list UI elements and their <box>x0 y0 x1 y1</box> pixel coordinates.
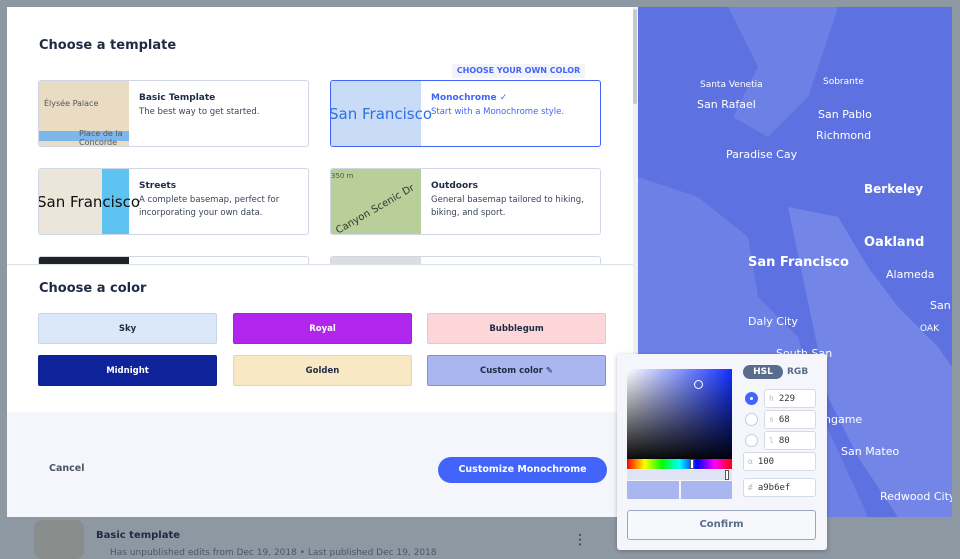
map-label: San <box>930 299 951 312</box>
alpha-field[interactable]: α 100 <box>743 452 816 471</box>
h-field[interactable]: h 229 <box>764 389 816 408</box>
more-options-icon[interactable]: ⋮ <box>573 533 587 547</box>
map-label: Sobrante <box>823 77 864 87</box>
background-style-title: Basic template <box>96 530 181 541</box>
color-swatch-custom[interactable]: Custom color ✎ <box>427 355 606 386</box>
sv-handle[interactable] <box>694 380 703 389</box>
mode-hsl[interactable]: HSL <box>743 365 783 379</box>
confirm-button[interactable]: Confirm <box>627 510 816 540</box>
hue-handle[interactable] <box>690 459 694 469</box>
map-label: San Mateo <box>841 445 900 458</box>
hue-slider[interactable] <box>627 459 732 469</box>
color-swatch-sky[interactable]: Sky <box>38 313 217 344</box>
map-label: ngame <box>824 413 863 426</box>
background-thumbnail <box>34 520 84 559</box>
map-label: Berkeley <box>864 182 924 196</box>
template-card-basic[interactable]: Élysée Palace Place de la Concorde Basic… <box>38 80 309 147</box>
map-label: OAK <box>920 324 939 334</box>
monochrome-thumbnail: San Francisco <box>331 81 432 146</box>
color-swatch-bubblegum[interactable]: Bubblegum <box>427 313 606 344</box>
color-swatch-midnight[interactable]: Midnight <box>38 355 217 386</box>
choose-own-color-tag: CHOOSE YOUR OWN COLOR <box>452 64 585 78</box>
radio-l[interactable] <box>745 434 758 447</box>
cancel-button[interactable]: Cancel <box>49 463 84 474</box>
map-label: Daly City <box>748 315 798 328</box>
template-card-streets[interactable]: San Francisco Streets A complete basemap… <box>38 168 309 235</box>
template-card-outdoors[interactable]: 350 m Canyon Scenic Dr Outdoors General … <box>330 168 601 235</box>
scrollbar-thumb[interactable] <box>633 9 637 104</box>
alpha-handle[interactable] <box>725 470 729 480</box>
previous-color-preview <box>627 481 679 499</box>
color-swatch-golden[interactable]: Golden <box>233 355 412 386</box>
alpha-slider[interactable] <box>627 470 732 480</box>
template-heading: Choose a template <box>39 38 177 53</box>
s-field[interactable]: s 68 <box>764 410 816 429</box>
map-label: Richmond <box>816 129 872 142</box>
template-card-monochrome[interactable]: San Francisco Monochrome ✓ Start with a … <box>330 80 601 147</box>
radio-s[interactable] <box>745 413 758 426</box>
streets-thumbnail: San Francisco <box>39 169 140 234</box>
map-label: Oakland <box>864 235 925 250</box>
customize-button[interactable]: Customize Monochrome <box>438 457 607 483</box>
color-swatch-royal[interactable]: Royal <box>233 313 412 344</box>
basic-thumbnail: Élysée Palace Place de la Concorde <box>39 81 129 146</box>
outdoors-thumbnail: 350 m Canyon Scenic Dr <box>331 169 421 234</box>
new-color-preview <box>681 481 732 499</box>
color-picker-popover: HSL RGB h 229 s 68 l 80 α 100 # a9b6ef Confir… <box>617 354 827 550</box>
map-label: Paradise Cay <box>726 148 798 161</box>
l-field[interactable]: l 80 <box>764 431 816 450</box>
saturation-lightness-area[interactable] <box>627 369 732 463</box>
map-label: Santa Venetia <box>700 80 763 90</box>
map-label: Redwood City <box>880 490 952 503</box>
mode-rgb[interactable]: RGB <box>787 365 808 379</box>
color-heading: Choose a color <box>39 281 147 296</box>
map-label: San Pablo <box>818 108 872 121</box>
map-label: San Rafael <box>697 98 756 111</box>
map-label: Alameda <box>886 268 935 281</box>
modal-footer: Cancel Customize Monochrome <box>7 412 638 517</box>
background-style-status: Has unpublished edits from Dec 19, 2018 … <box>110 548 437 558</box>
radio-h[interactable] <box>745 392 758 405</box>
hex-field[interactable]: # a9b6ef <box>743 478 816 497</box>
map-label: San Francisco <box>748 255 849 270</box>
